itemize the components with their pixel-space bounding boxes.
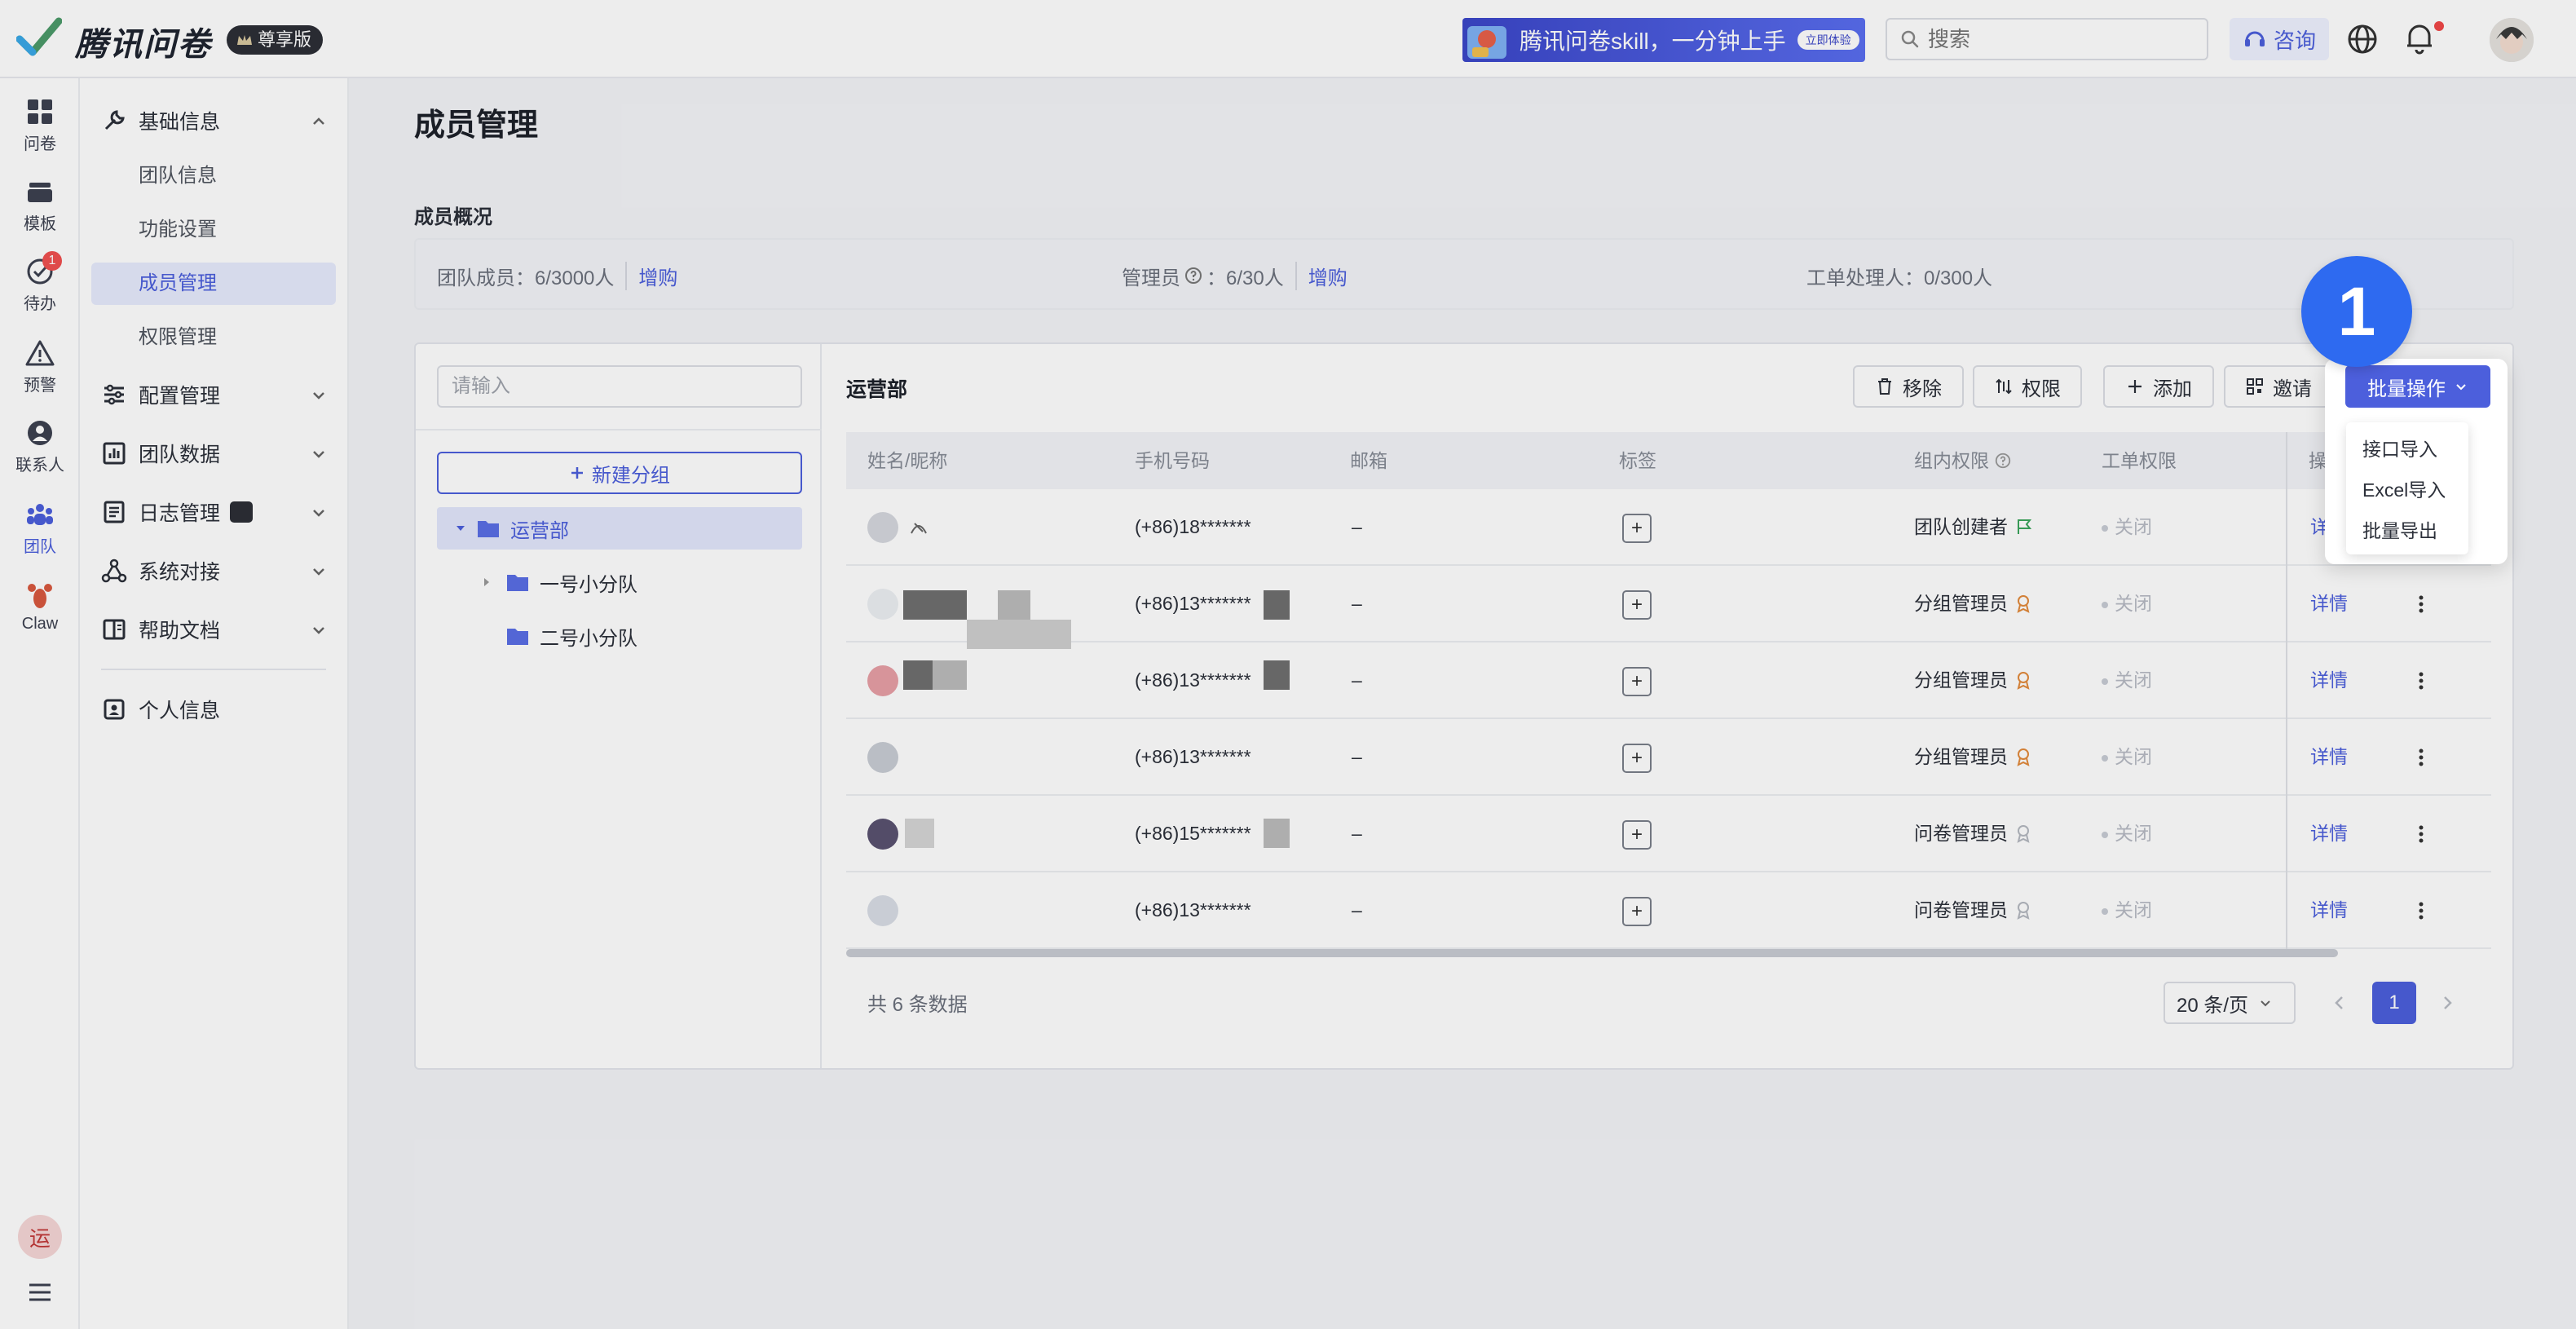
menu-item-bulk-export[interactable]: 批量导出 xyxy=(2346,510,2468,551)
bulk-actions-label: 批量操作 xyxy=(2367,378,2446,400)
tutorial-step-badge: 1 xyxy=(2301,256,2412,367)
tutorial-overlay xyxy=(0,0,2576,1329)
bulk-actions-button[interactable]: 批量操作 xyxy=(2345,365,2490,408)
menu-item-api-import[interactable]: 接口导入 xyxy=(2346,429,2468,470)
menu-item-excel-import[interactable]: Excel导入 xyxy=(2346,470,2468,510)
bulk-actions-menu: 接口导入 Excel导入 批量导出 xyxy=(2346,422,2468,554)
chevron-down-icon xyxy=(2456,384,2466,391)
